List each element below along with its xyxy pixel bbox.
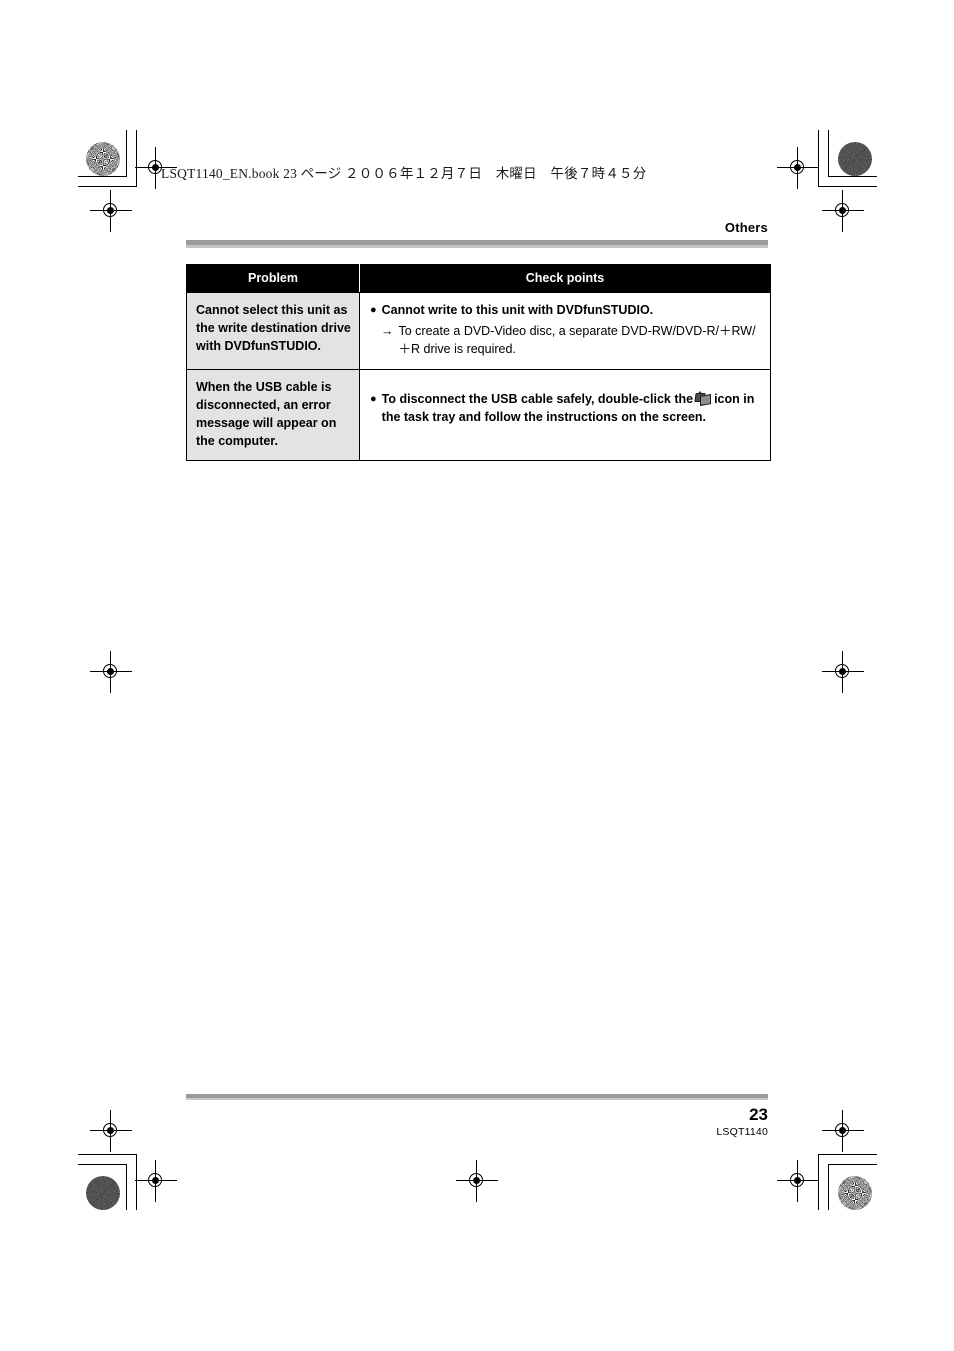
halftone-dot-top-right — [838, 142, 872, 176]
header-rule — [186, 240, 768, 248]
troubleshooting-table: Problem Check points Cannot select this … — [186, 264, 771, 462]
running-head-chapter: Others — [724, 220, 768, 235]
check-sub-item: → To create a DVD-Video disc, a separate… — [370, 323, 760, 359]
check-item: ● To disconnect the USB cable safely, do… — [370, 391, 760, 427]
registration-mark-left-upper — [90, 190, 132, 232]
halftone-dot-bottom-left — [86, 1176, 120, 1210]
page-number: 23 — [749, 1105, 768, 1124]
crop-mark-bottom-left-horizontal — [78, 1164, 127, 1165]
bullet-icon: ● — [370, 393, 377, 406]
crop-mark-top-right-horizontal — [828, 176, 877, 177]
problem-cell: When the USB cable is disconnected, an e… — [186, 369, 360, 462]
crop-mark-top-right-horizontal-2 — [818, 186, 877, 187]
registration-mark-left-lower — [90, 1110, 132, 1152]
column-header-problem: Problem — [186, 264, 360, 293]
registration-mark-right-upper — [822, 190, 864, 232]
registration-mark-left-middle — [90, 651, 132, 693]
registration-mark-right-middle — [822, 651, 864, 693]
table-row: Cannot select this unit as the write des… — [186, 291, 771, 371]
check-sub-item-text: To create a DVD-Video disc, a separate D… — [398, 323, 756, 356]
bullet-icon: ● — [370, 304, 377, 316]
crop-mark-top-right-vertical-2 — [818, 130, 819, 186]
table-header-row: Problem Check points — [186, 264, 771, 293]
check-points-cell: ● Cannot write to this unit with DVDfunS… — [359, 291, 771, 371]
crop-mark-bottom-right-vertical — [828, 1164, 829, 1210]
arrow-right-icon: → — [381, 323, 394, 338]
book-source-header: LSQT1140_EN.book 23 ページ ２００６年１２月７日 木曜日 午… — [161, 166, 647, 181]
crop-mark-bottom-right-vertical-2 — [818, 1154, 819, 1210]
crop-mark-bottom-right-horizontal — [828, 1164, 877, 1165]
check-item: ● Cannot write to this unit with DVDfunS… — [370, 302, 760, 320]
registration-mark-right-lower — [822, 1110, 864, 1152]
footer-rule — [186, 1094, 768, 1100]
registration-mark-bottom-right — [777, 1160, 819, 1202]
crop-mark-top-left-horizontal-2 — [78, 186, 137, 187]
table-row: When the USB cable is disconnected, an e… — [186, 369, 771, 462]
check-item-text: To disconnect the USB cable safely, doub… — [382, 391, 760, 427]
registration-mark-bottom-center — [456, 1160, 498, 1202]
crop-mark-bottom-left-horizontal-2 — [78, 1154, 137, 1155]
crop-mark-bottom-left-vertical-2 — [136, 1154, 137, 1210]
crop-mark-top-left-vertical — [126, 130, 127, 176]
crop-mark-bottom-right-horizontal-2 — [818, 1154, 877, 1155]
check-points-cell: ● To disconnect the USB cable safely, do… — [359, 369, 771, 462]
crop-mark-top-left-horizontal — [78, 176, 127, 177]
halftone-dot-top-left — [86, 142, 120, 176]
check-text-before-icon: To disconnect the USB cable safely, doub… — [381, 392, 694, 407]
halftone-dot-bottom-right — [838, 1176, 872, 1210]
registration-mark-top-right — [777, 147, 819, 189]
crop-mark-top-left-vertical-2 — [136, 130, 137, 186]
registration-mark-bottom-left — [135, 1160, 177, 1202]
crop-mark-bottom-left-vertical — [126, 1164, 127, 1210]
check-item-text: Cannot write to this unit with DVDfunSTU… — [381, 303, 654, 317]
crop-mark-top-right-vertical — [828, 130, 829, 176]
safely-remove-hardware-icon — [694, 391, 712, 407]
column-header-check-points: Check points — [359, 264, 771, 293]
problem-cell: Cannot select this unit as the write des… — [186, 291, 360, 371]
document-code: LSQT1140 — [716, 1126, 768, 1138]
